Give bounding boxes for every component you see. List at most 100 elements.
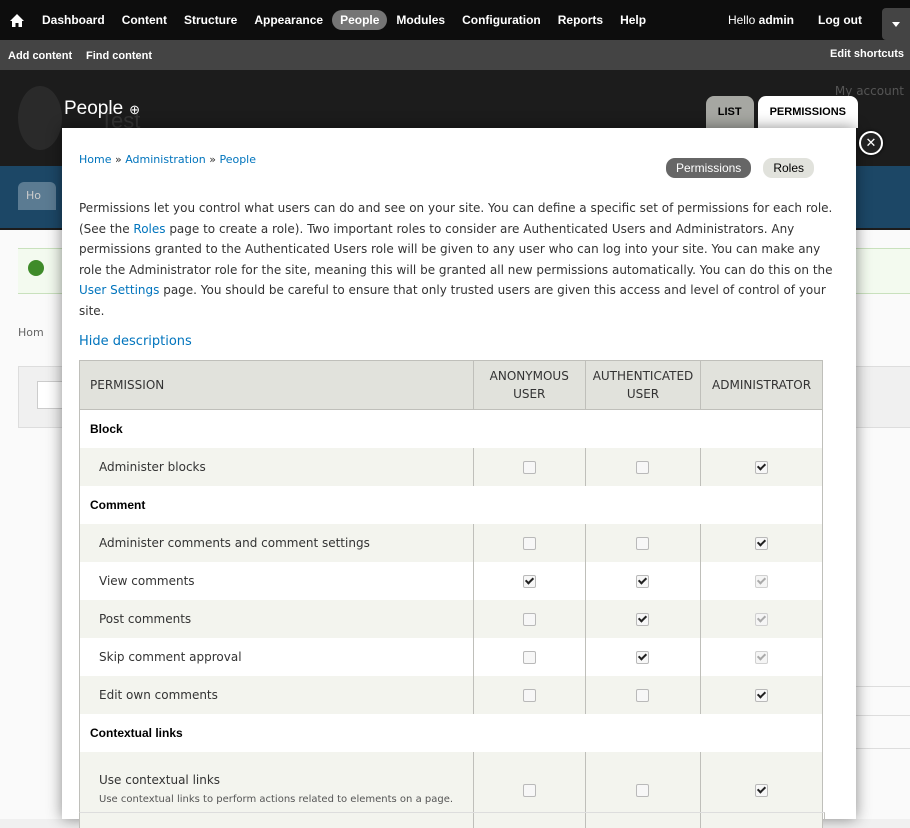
background-breadcrumb-partial: Hom: [18, 326, 44, 339]
username-link[interactable]: admin: [759, 13, 794, 27]
toolbar-item-structure[interactable]: Structure: [176, 10, 245, 30]
close-icon: ✕: [866, 136, 877, 151]
help-text-part: page to create a role). Two important ro…: [79, 222, 833, 277]
permission-label: Administer blocks: [99, 460, 472, 474]
permission-row-skip-comment-approval: Skip comment approval: [80, 638, 823, 676]
toolbar-item-modules[interactable]: Modules: [388, 10, 453, 30]
toolbar-item-reports[interactable]: Reports: [550, 10, 611, 30]
checkbox-administrator: [755, 651, 768, 664]
hide-descriptions-link[interactable]: Hide descriptions: [79, 334, 192, 349]
header-anonymous-line1: ANONYMOUS: [490, 369, 569, 383]
site-logo: [18, 86, 62, 150]
page-title-text: People: [64, 98, 123, 119]
admin-toolbar: Dashboard Content Structure Appearance P…: [0, 0, 910, 70]
permission-name-cell: Administer comments and comment settings: [80, 524, 474, 562]
user-settings-link[interactable]: User Settings: [79, 283, 159, 297]
checkbox-cell-administrator: [701, 562, 823, 600]
tab-permissions[interactable]: PERMISSIONS: [758, 96, 858, 128]
checkbox-cell-anonymous: [473, 638, 585, 676]
checkbox-cell-anonymous: [473, 524, 585, 562]
checkbox-authenticated[interactable]: [636, 461, 649, 474]
checkbox-cell-administrator: [701, 448, 823, 486]
checkbox-authenticated[interactable]: [636, 784, 649, 797]
close-dialog-button[interactable]: ✕: [859, 131, 883, 155]
breadcrumb-home[interactable]: Home: [79, 153, 111, 166]
edit-shortcuts-link[interactable]: Edit shortcuts: [830, 48, 904, 60]
checkbox-authenticated[interactable]: [636, 689, 649, 702]
permission-name-cell: Skip comment approval: [80, 638, 474, 676]
permission-name-cell: Edit own comments: [80, 676, 474, 714]
permission-row-administer-blocks: Administer blocks: [80, 448, 823, 486]
checkbox-anonymous[interactable]: [523, 537, 536, 550]
toolbar-item-dashboard[interactable]: Dashboard: [34, 10, 113, 30]
tab-list[interactable]: LIST: [706, 96, 754, 128]
tab-roles[interactable]: Roles: [763, 158, 814, 178]
checkbox-cell-authenticated: [585, 448, 700, 486]
permission-row-administer-comments-and-comment-settings: Administer comments and comment settings: [80, 524, 823, 562]
help-text-part: page. You should be careful to ensure th…: [79, 283, 826, 318]
logout-link[interactable]: Log out: [818, 13, 862, 27]
permission-row-view-comments: View comments: [80, 562, 823, 600]
add-shortcut-icon[interactable]: ⊕: [129, 102, 140, 117]
shortcut-find-content[interactable]: Find content: [86, 50, 152, 62]
checkbox-authenticated[interactable]: [636, 537, 649, 550]
permissions-table: PERMISSION ANONYMOUSUSER AUTHENTICATED US…: [79, 360, 823, 828]
header-authenticated-line2: USER: [627, 387, 659, 401]
roles-link[interactable]: Roles: [133, 222, 165, 236]
shortcut-add-content[interactable]: Add content: [8, 50, 72, 62]
toolbar-item-appearance[interactable]: Appearance: [246, 10, 331, 30]
primary-tabs: LIST PERMISSIONS: [702, 96, 858, 128]
tab-permissions-secondary[interactable]: Permissions: [666, 158, 751, 178]
checkbox-cell-administrator: [701, 676, 823, 714]
header-authenticated-user[interactable]: AUTHENTICATED USER: [585, 361, 700, 410]
toolbar-item-help[interactable]: Help: [612, 10, 654, 30]
background-row: [856, 720, 910, 749]
chevron-down-icon: [892, 22, 900, 27]
checkbox-anonymous[interactable]: [523, 575, 536, 588]
checkbox-administrator[interactable]: [755, 689, 768, 702]
checkbox-authenticated[interactable]: [636, 613, 649, 626]
permission-label: View comments: [99, 574, 472, 588]
header-anonymous-user[interactable]: ANONYMOUSUSER: [473, 361, 585, 410]
header-permission[interactable]: PERMISSION: [80, 361, 474, 410]
checkbox-anonymous[interactable]: [523, 651, 536, 664]
permission-name-cell: Administer blocks: [80, 448, 474, 486]
toolbar-item-configuration[interactable]: Configuration: [454, 10, 549, 30]
permission-row-edit-own-comments: Edit own comments: [80, 676, 823, 714]
checkbox-anonymous[interactable]: [523, 461, 536, 474]
checkbox-administrator[interactable]: [755, 784, 768, 797]
checkbox-anonymous[interactable]: [523, 689, 536, 702]
toolbar-item-people[interactable]: People: [332, 10, 387, 30]
permission-name-cell: Post comments: [80, 600, 474, 638]
checkbox-cell-authenticated: [585, 562, 700, 600]
check-icon: [28, 260, 44, 276]
header-administrator[interactable]: ADMINISTRATOR: [701, 361, 823, 410]
checkbox-administrator[interactable]: [755, 537, 768, 550]
toolbar-item-content[interactable]: Content: [114, 10, 175, 30]
breadcrumb-separator: »: [209, 153, 216, 166]
breadcrumb-administration[interactable]: Administration: [125, 153, 206, 166]
module-row-comment: Comment: [80, 486, 823, 524]
header-authenticated-line1: AUTHENTICATED: [593, 369, 694, 383]
permission-name-cell: View comments: [80, 562, 474, 600]
checkbox-authenticated[interactable]: [636, 651, 649, 664]
checkbox-cell-anonymous: [473, 676, 585, 714]
checkbox-anonymous[interactable]: [523, 784, 536, 797]
breadcrumb: Home » Administration » People: [79, 153, 256, 166]
checkbox-cell-administrator: [701, 524, 823, 562]
module-row-contextual-links: Contextual links: [80, 714, 823, 752]
toolbar-menu: Dashboard Content Structure Appearance P…: [0, 0, 655, 40]
checkbox-administrator[interactable]: [755, 461, 768, 474]
module-name: Comment: [80, 486, 823, 524]
checkbox-cell-authenticated: [585, 600, 700, 638]
checkbox-administrator: [755, 613, 768, 626]
checkbox-anonymous[interactable]: [523, 613, 536, 626]
overlay-dialog: Home » Administration » People Permissio…: [62, 128, 856, 819]
breadcrumb-people[interactable]: People: [219, 153, 256, 166]
home-icon[interactable]: [0, 0, 34, 40]
shortcut-bar: Add content Find content Edit shortcuts: [0, 40, 910, 70]
shortcuts-drawer-toggle[interactable]: [882, 8, 910, 40]
checkbox-authenticated[interactable]: [636, 575, 649, 588]
permission-label: Use contextual links: [99, 773, 472, 787]
table-header-row: PERMISSION ANONYMOUSUSER AUTHENTICATED US…: [80, 361, 823, 410]
